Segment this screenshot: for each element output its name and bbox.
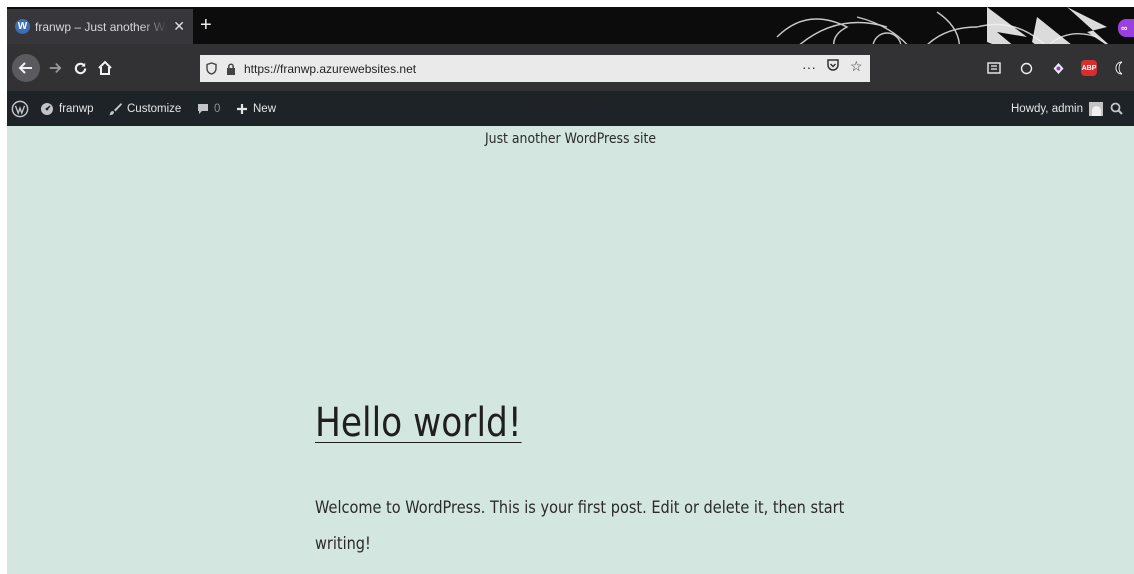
url-actions: ··· ☆ xyxy=(802,58,863,75)
pocket-icon[interactable] xyxy=(826,58,840,75)
more-icon[interactable]: ··· xyxy=(802,59,816,75)
home-button[interactable] xyxy=(94,55,116,81)
navigation-toolbar: https://franwp.azurewebsites.net ··· ☆ A… xyxy=(7,44,1134,91)
wordpress-icon xyxy=(11,100,29,117)
post-title-link[interactable]: Hello world! xyxy=(315,400,522,446)
site-tagline: Just another WordPress site xyxy=(484,131,657,147)
active-tab[interactable]: W franwp – Just another WordPress site ✕ xyxy=(7,9,193,44)
new-tab-button[interactable]: + xyxy=(200,15,212,35)
theme-artwork xyxy=(776,7,1109,44)
private-mode-icon: ∞ xyxy=(1118,19,1134,37)
reload-icon xyxy=(74,62,86,74)
wp-logo-menu[interactable] xyxy=(11,91,29,126)
url-text: https://franwp.azurewebsites.net xyxy=(244,61,417,76)
back-button[interactable] xyxy=(12,54,40,82)
address-bar[interactable]: https://franwp.azurewebsites.net xyxy=(200,55,870,82)
browser-window: W franwp – Just another WordPress site ✕… xyxy=(7,7,1134,574)
dashboard-icon xyxy=(41,102,53,115)
back-arrow-icon xyxy=(18,62,32,74)
search-icon xyxy=(1110,102,1123,115)
tab-strip: W franwp – Just another WordPress site ✕… xyxy=(7,7,1134,44)
post-excerpt: Welcome to WordPress. This is your first… xyxy=(315,498,845,553)
extension-icon[interactable] xyxy=(1111,59,1129,77)
lock-icon[interactable] xyxy=(226,63,236,75)
wordpress-icon: W xyxy=(15,19,30,34)
adblock-plus-icon[interactable]: ABP xyxy=(1081,60,1097,76)
admin-bar-search[interactable] xyxy=(1110,91,1123,126)
close-icon[interactable]: ✕ xyxy=(173,18,185,35)
reload-button[interactable] xyxy=(70,55,90,81)
forward-arrow-icon xyxy=(49,63,62,73)
reader-icon[interactable] xyxy=(985,59,1003,77)
extension-icon[interactable] xyxy=(1049,59,1067,77)
forward-button[interactable] xyxy=(45,55,65,81)
site-title[interactable]: FRANWP xyxy=(63,91,1077,113)
home-icon xyxy=(98,60,112,75)
bookmark-star-icon[interactable]: ☆ xyxy=(850,58,863,75)
tracking-shield-icon[interactable] xyxy=(206,62,217,75)
tab-title: franwp – Just another WordPress site xyxy=(35,19,167,34)
avatar xyxy=(1089,101,1104,116)
extension-icon[interactable] xyxy=(1017,59,1035,77)
extensions-area: ABP ≡ xyxy=(985,59,1134,77)
